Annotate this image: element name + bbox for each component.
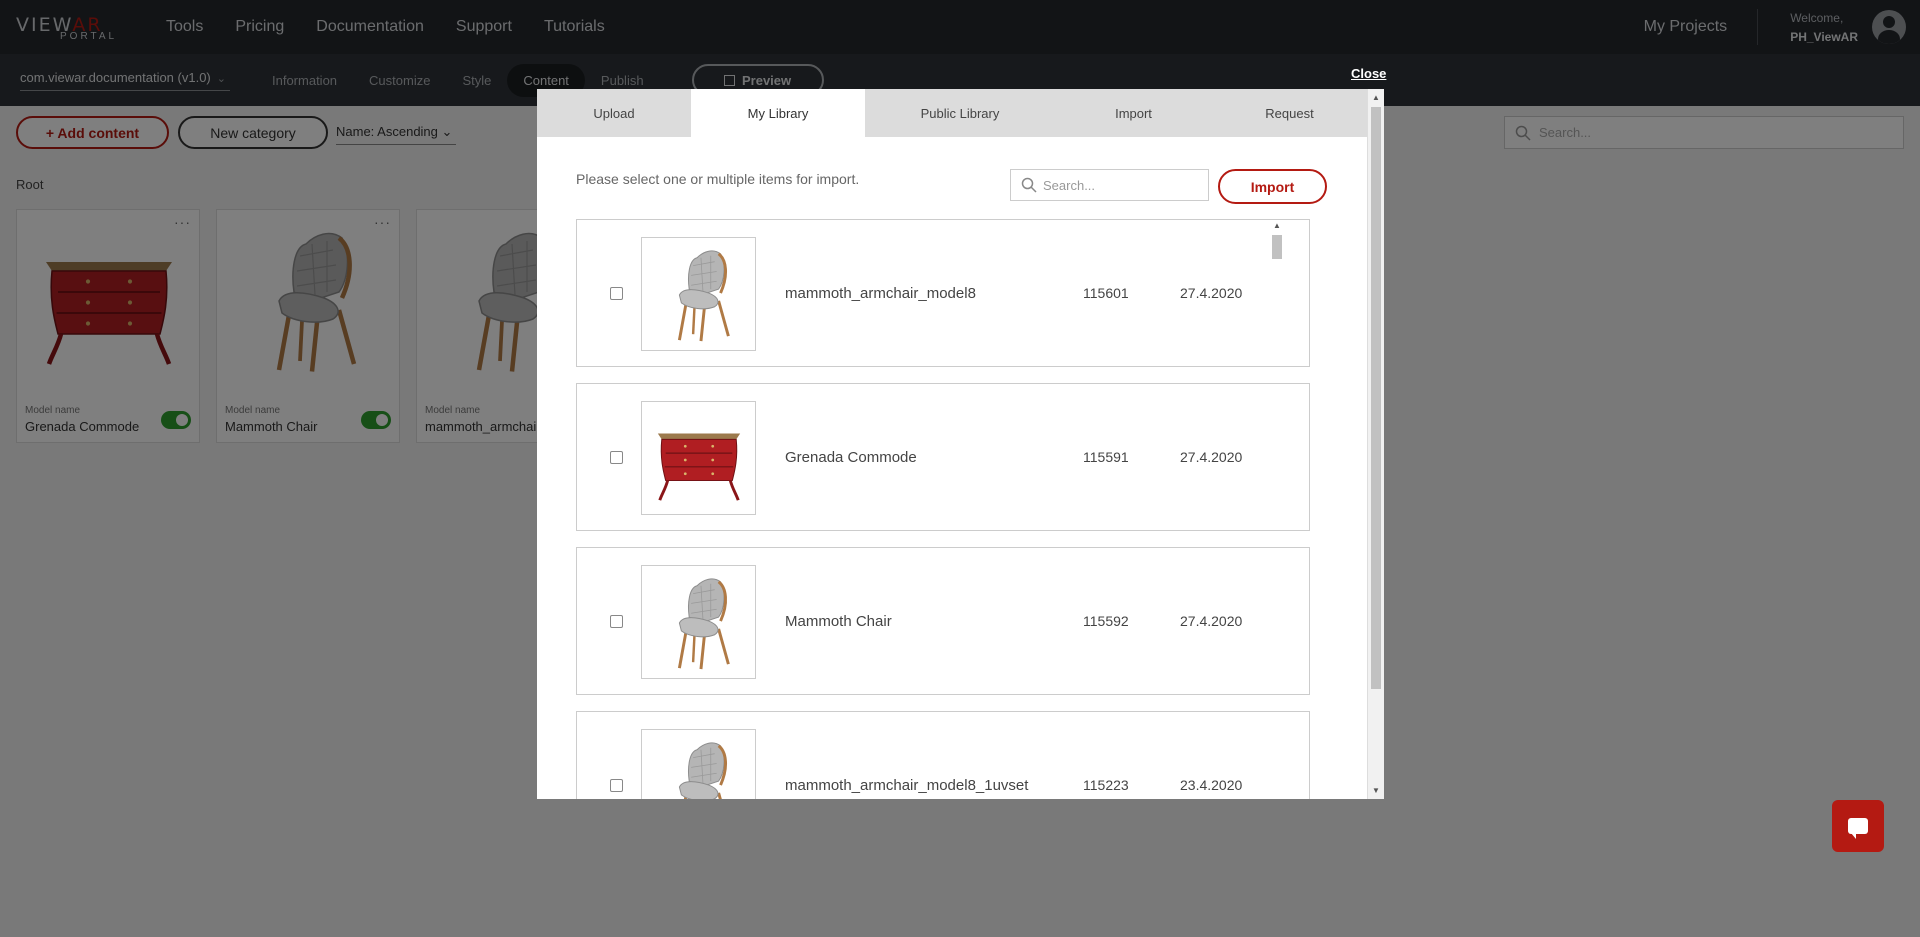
item-name: mammoth_armchair_model8 (785, 285, 976, 302)
chat-button[interactable] (1832, 800, 1884, 852)
item-id: 115592 (1083, 613, 1129, 629)
scroll-down-icon[interactable]: ▼ (1372, 786, 1380, 795)
item-date: 27.4.2020 (1180, 449, 1243, 465)
modal-scrollbar[interactable]: ▲ ▼ (1367, 89, 1384, 799)
item-thumbnail (641, 401, 756, 515)
item-checkbox[interactable] (610, 779, 623, 792)
item-checkbox[interactable] (610, 287, 623, 300)
library-search-input[interactable]: Search... (1010, 169, 1209, 201)
library-item-list: mammoth_armchair_model8 115601 27.4.2020… (576, 219, 1328, 799)
tab-upload[interactable]: Upload (537, 89, 691, 137)
tab-request[interactable]: Request (1212, 89, 1367, 137)
close-modal-link[interactable]: Close (1351, 66, 1386, 81)
tab-import[interactable]: Import (1055, 89, 1212, 137)
list-scrollbar[interactable]: ▲ (1271, 219, 1283, 799)
item-checkbox[interactable] (610, 451, 623, 464)
selection-instructions: Please select one or multiple items for … (576, 171, 860, 187)
item-date: 27.4.2020 (1180, 285, 1243, 301)
import-button[interactable]: Import (1218, 169, 1327, 204)
tab-my-library[interactable]: My Library (691, 89, 865, 137)
chat-bubble-icon (1848, 818, 1868, 839)
scrollbar-thumb[interactable] (1272, 235, 1282, 259)
item-date: 27.4.2020 (1180, 613, 1243, 629)
library-item-row[interactable]: mammoth_armchair_model8_1uvset 115223 23… (576, 711, 1310, 799)
import-content-modal: Upload My Library Public Library Import … (537, 89, 1384, 799)
tab-public-library[interactable]: Public Library (865, 89, 1055, 137)
item-id: 115223 (1083, 777, 1129, 793)
item-checkbox[interactable] (610, 615, 623, 628)
item-date: 23.4.2020 (1180, 777, 1243, 793)
item-id: 115601 (1083, 285, 1129, 301)
item-name: mammoth_armchair_model8_1uvset (785, 777, 1029, 794)
item-id: 115591 (1083, 449, 1129, 465)
library-item-row[interactable]: mammoth_armchair_model8 115601 27.4.2020 (576, 219, 1310, 367)
item-thumbnail (641, 565, 756, 679)
item-thumbnail (641, 237, 756, 351)
scroll-up-icon[interactable]: ▲ (1372, 93, 1380, 102)
search-icon (1021, 177, 1037, 193)
scrollbar-thumb[interactable] (1371, 107, 1381, 689)
modal-tabs: Upload My Library Public Library Import … (537, 89, 1367, 137)
item-thumbnail (641, 729, 756, 799)
scroll-up-icon[interactable]: ▲ (1273, 221, 1281, 230)
item-name: Mammoth Chair (785, 613, 892, 630)
library-item-row[interactable]: Mammoth Chair 115592 27.4.2020 (576, 547, 1310, 695)
library-item-row[interactable]: Grenada Commode 115591 27.4.2020 (576, 383, 1310, 531)
item-name: Grenada Commode (785, 449, 917, 466)
